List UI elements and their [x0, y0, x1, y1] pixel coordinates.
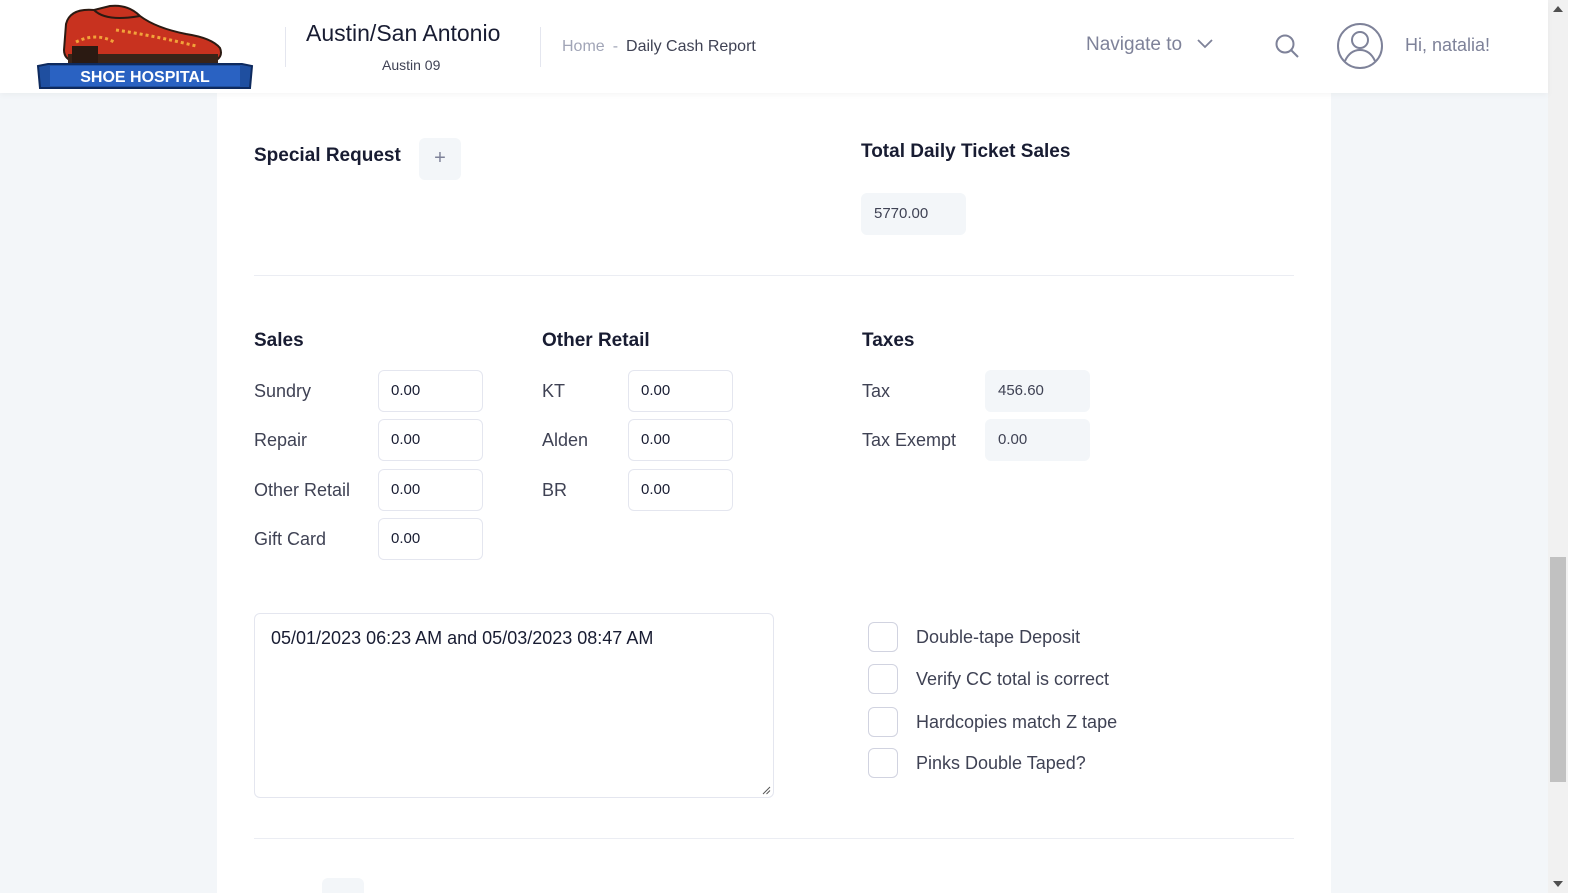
checklist-label: Verify CC total is correct — [916, 668, 1110, 689]
taxes-heading: Taxes — [862, 330, 915, 351]
checkbox[interactable] — [868, 622, 898, 652]
repair-label: Repair — [254, 430, 308, 450]
breadcrumb-home-link[interactable]: Home — [562, 38, 605, 56]
checklist-item-hardcopies-match[interactable]: Hardcopies match Z tape — [868, 707, 1117, 737]
total-daily-ticket-sales-field: 5770.00 — [861, 193, 966, 235]
tax-field: 456.60 — [985, 370, 1090, 412]
header-divider — [540, 27, 541, 67]
resize-handle-icon[interactable] — [761, 785, 771, 795]
total-daily-ticket-sales-heading: Total Daily Ticket Sales — [861, 141, 1071, 162]
window-edge — [1568, 0, 1584, 893]
other-retail-heading: Other Retail — [542, 330, 650, 351]
checklist-item-double-tape-deposit[interactable]: Double-tape Deposit — [868, 622, 1080, 652]
tax-label: Tax — [862, 381, 891, 401]
store-name: Austin/San Antonio — [306, 20, 501, 46]
scrollbar-thumb[interactable] — [1550, 557, 1566, 782]
repair-input[interactable]: 0.00 — [378, 419, 483, 461]
scroll-up-arrow-icon[interactable] — [1553, 6, 1563, 12]
checkbox[interactable] — [868, 664, 898, 694]
notes-text: 05/01/2023 06:23 AM and 05/03/2023 08:47… — [271, 628, 654, 648]
sundry-input[interactable]: 0.00 — [378, 370, 483, 412]
daily-cash-report-card: Special Request + Total Daily Ticket Sal… — [217, 93, 1331, 893]
logo-wordmark: SHOE HOSPITAL — [80, 69, 210, 86]
breadcrumb: Home - Daily Cash Report — [562, 38, 756, 56]
checklist-label: Double-tape Deposit — [916, 626, 1081, 647]
sales-heading: Sales — [254, 330, 304, 351]
shoe-hospital-logo[interactable]: SHOE HOSPITAL — [36, 2, 254, 92]
chevron-down-icon — [1196, 34, 1214, 56]
alden-label: Alden — [542, 430, 589, 450]
user-greeting[interactable]: Hi, natalia! — [1405, 35, 1490, 56]
top-header: SHOE HOSPITAL Austin/San Antonio Austin … — [0, 0, 1548, 93]
navigate-to-dropdown[interactable]: Navigate to — [1086, 34, 1214, 56]
br-input[interactable]: 0.00 — [628, 469, 733, 511]
user-avatar-icon[interactable] — [1336, 22, 1384, 70]
checkbox[interactable] — [868, 707, 898, 737]
tax-exempt-field: 0.00 — [985, 419, 1090, 461]
gift-card-input[interactable]: 0.00 — [378, 518, 483, 560]
gift-card-label: Gift Card — [254, 529, 327, 549]
checklist-item-pinks-double-taped[interactable]: Pinks Double Taped? — [868, 748, 1086, 778]
page-scrollbar[interactable] — [1548, 0, 1568, 893]
checkbox[interactable] — [868, 748, 898, 778]
other-retail-input[interactable]: 0.00 — [378, 469, 483, 511]
other-retail-label: Other Retail — [254, 480, 351, 500]
header-divider — [285, 27, 286, 67]
section-divider — [254, 838, 1294, 839]
add-special-request-button[interactable]: + — [419, 138, 461, 180]
tax-exempt-label: Tax Exempt — [862, 430, 957, 450]
checklist-label: Pinks Double Taped? — [916, 752, 1086, 773]
notes-textarea[interactable]: 05/01/2023 06:23 AM and 05/03/2023 08:47… — [254, 613, 774, 798]
navigate-to-label: Navigate to — [1086, 34, 1183, 55]
section-divider — [254, 275, 1294, 276]
scroll-down-arrow-icon[interactable] — [1553, 881, 1563, 887]
kt-input[interactable]: 0.00 — [628, 370, 733, 412]
checklist-label: Hardcopies match Z tape — [916, 711, 1118, 732]
checklist-item-verify-cc-total[interactable]: Verify CC total is correct — [868, 664, 1109, 694]
search-icon[interactable] — [1274, 33, 1300, 59]
breadcrumb-separator: - — [612, 38, 619, 55]
sundry-label: Sundry — [254, 381, 312, 401]
breadcrumb-current: Daily Cash Report — [626, 38, 756, 55]
kt-label: KT — [542, 381, 566, 401]
store-subtitle: Austin 09 — [382, 57, 441, 73]
special-request-heading: Special Request — [254, 145, 401, 166]
partial-button[interactable] — [322, 878, 364, 893]
alden-input[interactable]: 0.00 — [628, 419, 733, 461]
br-label: BR — [542, 480, 568, 500]
